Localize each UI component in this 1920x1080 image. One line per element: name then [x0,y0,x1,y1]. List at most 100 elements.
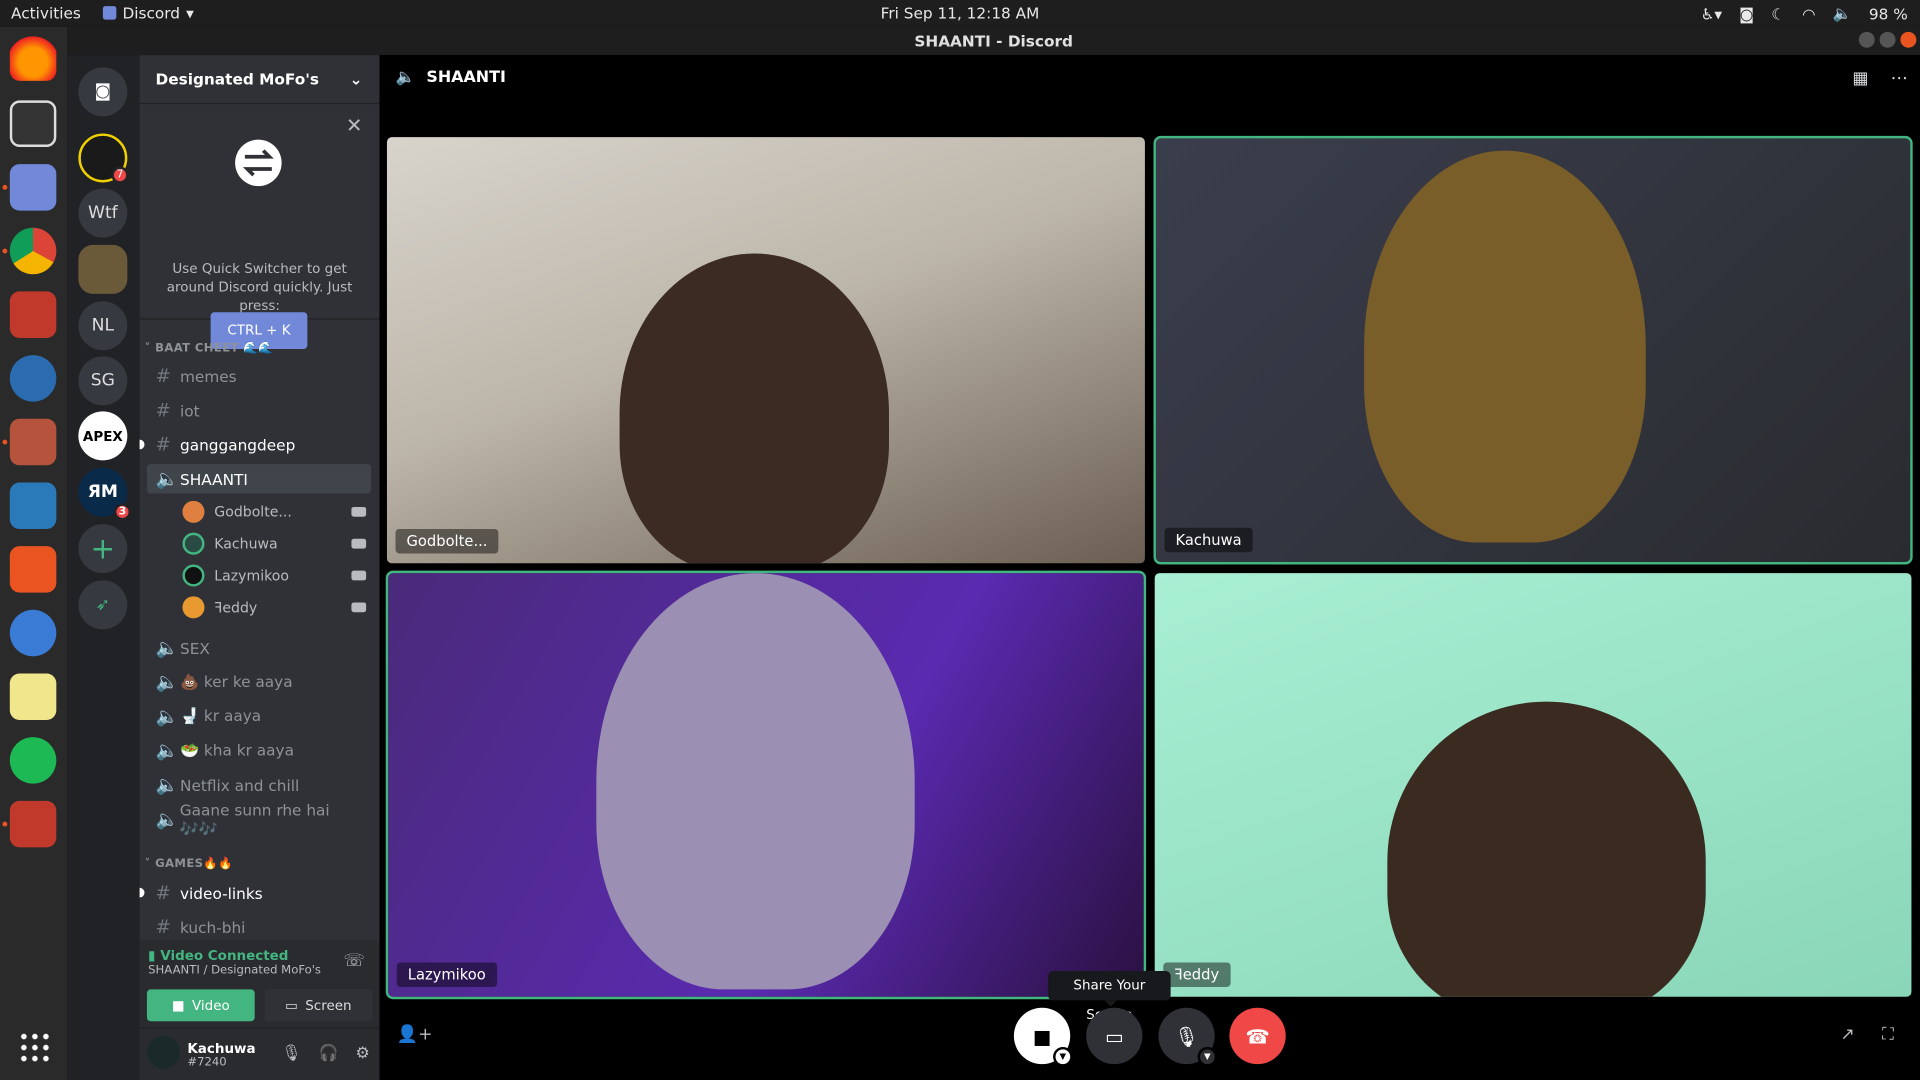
speaker-icon: 🔈 [155,467,179,490]
voice-member[interactable]: Lazymikoo [182,562,367,589]
status-text: Video Connected [160,947,289,964]
channel-label: memes [180,366,237,386]
discord-tray-icon[interactable]: ◙ [1739,4,1754,22]
member-name: Kachuwa [214,535,278,553]
share-screen-button[interactable]: ▭ [1086,1007,1143,1065]
server-icon[interactable]: 7 [78,133,129,184]
server-icon[interactable] [78,244,128,294]
terminal-icon[interactable] [9,100,57,147]
chevron-down-icon[interactable]: ▼ [1053,1046,1073,1067]
connection-status[interactable]: ▮ Video Connected [148,948,288,964]
software-icon[interactable] [9,546,57,593]
fullscreen-icon[interactable]: ⛶ [1882,1025,1894,1045]
firefox-icon[interactable] [9,34,57,81]
more-icon[interactable]: ⋯ [1891,69,1908,89]
channel-memes[interactable]: # memes [147,361,371,390]
app-icon[interactable] [9,800,57,848]
system-top-bar: Activities Discord ▾ Fri Sep 11, 12:18 A… [0,0,1920,27]
chevron-down-icon: ⌄ [349,69,363,89]
channel-ganggangdeep[interactable]: # ganggangdeep [139,430,371,459]
app-icon[interactable] [9,291,57,338]
server-label: Wtf [87,203,118,223]
hash-icon: # [155,364,171,387]
clock[interactable]: Fri Sep 11, 12:18 AM [0,4,1920,22]
participant-video [596,573,915,990]
microphone-button[interactable]: 🎙 ▼ [1158,1007,1218,1067]
microphone-icon[interactable]: 🎙 [281,1044,301,1062]
server-icon[interactable]: Wtf [78,188,128,238]
chrome-icon[interactable] [9,227,57,275]
category-baat-cheet[interactable]: ˅ BAAT CHEET 🌊🌊 [144,342,272,355]
server-icon[interactable]: ЯM 3 [78,467,132,521]
channel-iot[interactable]: # iot [147,396,371,425]
category-label: BAAT CHEET 🌊🌊 [155,341,273,356]
voice-member[interactable]: ꟻeddy [182,594,367,621]
layout-icon[interactable]: ▦ [1852,69,1868,89]
add-server-button[interactable]: + [78,524,128,574]
discord-dock-icon[interactable] [9,164,57,211]
thunderbird-icon[interactable] [9,355,57,402]
gear-icon[interactable]: ⚙ [356,1044,370,1062]
video-button[interactable]: ■ Video [146,989,255,1022]
voice-member[interactable]: Godbolte... [182,498,367,525]
username: Kachuwa [187,1040,256,1057]
accessibility-icon[interactable]: ♿▾ [1701,4,1722,22]
explore-servers-button[interactable]: ➶ [78,580,128,630]
leave-call-button[interactable]: ☎ [1229,1007,1286,1065]
help-icon[interactable] [9,609,57,657]
show-apps-icon[interactable] [18,1031,51,1063]
unread-indicator [139,887,145,898]
mention-badge: 3 [113,503,132,521]
pop-out-icon[interactable]: ↗ [1840,1025,1854,1045]
voice-connection-panel: ▮ Video Connected SHAANTI / Designated M… [139,940,380,1029]
video-tile[interactable]: Kachuwa [1153,135,1913,565]
server-label: ЯM [87,482,118,503]
server-header[interactable]: Designated MoFo's ⌄ [139,55,380,105]
minimize-button[interactable] [1858,31,1875,48]
video-tile[interactable]: ꟻeddy [1154,573,1912,997]
close-button[interactable] [1900,31,1917,48]
files-icon[interactable] [9,418,57,466]
avatar[interactable] [146,1035,181,1069]
spotify-icon[interactable] [9,737,57,784]
voice-channel-gaane[interactable]: 🔈 Gaane sunn rhe hai 🎶🎶 [147,800,371,837]
voice-channel-shaanti[interactable]: 🔈 SHAANTI [146,464,372,494]
running-indicator [2,439,8,445]
channel-video-links[interactable]: # video-links [139,878,371,907]
video-tile[interactable]: Godbolte... [386,137,1145,564]
add-user-icon[interactable]: 👤+ [397,1025,433,1045]
video-call-area: 🔈 SHAANTI ▦ ⋯ Godbolte... Kachuwa Lazymi… [379,55,1920,1080]
screen-button[interactable]: ▭ Screen [264,989,373,1022]
speaker-icon: 🔈 [155,739,179,762]
disconnect-icon[interactable]: ☏ [343,951,364,971]
server-icon[interactable]: NL [78,301,128,351]
camera-button[interactable]: ■ ▼ [1013,1007,1073,1067]
voice-channel-ker-ke-aaya[interactable]: 🔈 💩 ker ke aaya [147,667,371,696]
running-indicator [2,248,8,254]
headphones-icon[interactable]: 🎧 [319,1044,339,1062]
connection-location[interactable]: SHAANTI / Designated MoFo's [148,964,321,977]
channel-kuch-bhi[interactable]: # kuch-bhi [147,912,371,941]
user-controls: 🎙 🎧 ⚙ [281,1044,370,1062]
server-icon[interactable]: SG [78,356,128,406]
writer-icon[interactable] [9,482,57,529]
status-area[interactable]: ♿▾ ◙ ☾ ◠ 🔈 98 % [1701,4,1908,24]
voice-channel-netflix[interactable]: 🔈 Netflix and chill [147,770,371,799]
channel-label: 🚽 kr aaya [180,706,262,725]
video-tile[interactable]: Lazymikoo [385,570,1147,1000]
text-editor-icon[interactable] [9,673,57,721]
voice-channel-kha-kr-aaya[interactable]: 🔈 🥗 kha kr aaya [147,736,371,765]
channel-label: SHAANTI [180,469,248,488]
server-list: ◙ 7 Wtf NL SG APEX ЯM 3 + ➶ [67,55,140,1080]
chevron-down-icon[interactable]: ▼ [1197,1046,1218,1067]
close-icon[interactable]: ✕ [346,114,362,137]
home-button[interactable]: ◙ [78,67,128,117]
video-icon: ■ [171,997,185,1014]
voice-channel-kr-aaya[interactable]: 🔈 🚽 kr aaya [147,702,371,731]
voice-member[interactable]: Kachuwa [182,530,367,557]
server-icon[interactable]: APEX [78,411,128,461]
video-icon [351,602,367,613]
category-games[interactable]: ˅ GAMES🔥🔥 [144,857,233,870]
voice-channel-sex[interactable]: 🔈 SEX [147,633,371,662]
maximize-button[interactable] [1879,31,1896,48]
